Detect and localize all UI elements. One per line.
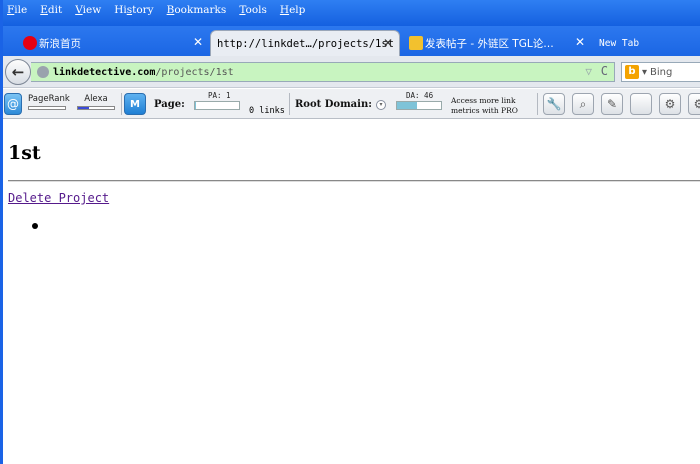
da-label: DA: 46: [406, 91, 434, 100]
toolbar-divider: [121, 93, 122, 115]
pa-metric: PA: 1: [194, 91, 240, 110]
arrow-left-icon: ←: [11, 63, 25, 81]
close-icon[interactable]: ✕: [193, 35, 203, 49]
sina-favicon-icon: [23, 36, 37, 50]
magnifier-icon[interactable]: ⌕: [572, 93, 594, 115]
pro-line-1: Access more link: [451, 96, 516, 105]
globe-icon: [37, 66, 49, 78]
reload-icon[interactable]: C: [601, 64, 608, 78]
menu-bar: File Edit View History Bookmarks Tools H…: [3, 0, 318, 20]
pagerank-meter: PageRank: [28, 94, 70, 110]
wrench-icon[interactable]: 🔧: [543, 93, 565, 115]
seo-toolbar: @ PageRank Alexa M Page: PA: 1 0 links R…: [3, 89, 700, 119]
alexa-label: Alexa: [84, 94, 108, 104]
bookmark-star-icon[interactable]: ▽: [585, 65, 592, 78]
da-metric: DA: 46: [396, 91, 442, 110]
tab-strip: 新浪首页 ✕ http://linkdet…/projects/1st ✕ 发表…: [3, 26, 700, 56]
pencil-icon[interactable]: ✎: [601, 93, 623, 115]
url-bar[interactable]: linkdetective.com/projects/1st ▽ C: [31, 62, 615, 82]
tab-label: 新浪首页: [39, 37, 81, 50]
root-domain-label: Root Domain:: [295, 99, 372, 110]
seoquake-icon[interactable]: @: [4, 93, 22, 115]
menu-tools[interactable]: Tools: [239, 4, 267, 16]
tab-new[interactable]: New Tab: [593, 30, 700, 56]
page-content: 1st Delete Project: [3, 120, 700, 464]
list-item-bullet: [32, 223, 38, 229]
toolbar-divider: [537, 93, 538, 115]
tab-label: http://linkdet…/projects/1st: [217, 37, 395, 50]
pro-line-2: metrics with PRO: [451, 106, 518, 115]
delete-project-link[interactable]: Delete Project: [8, 191, 109, 205]
search-box[interactable]: b ▾ Bing: [621, 62, 700, 82]
tab-sina[interactable]: 新浪首页 ✕: [19, 30, 209, 56]
gear-icon-2[interactable]: ⚙: [688, 93, 700, 115]
menu-bookmarks[interactable]: Bookmarks: [167, 4, 227, 16]
url-host: linkdetective.com: [53, 66, 156, 78]
horizontal-rule: [8, 180, 700, 182]
menu-view[interactable]: View: [75, 4, 101, 16]
tab-label: 发表帖子 - 外链区 TGL论…: [425, 37, 554, 50]
back-button[interactable]: ←: [5, 59, 31, 85]
page-label: Page:: [154, 99, 185, 110]
tab-forum[interactable]: 发表帖子 - 外链区 TGL论… ✕: [405, 30, 591, 56]
blank-button-icon[interactable]: [630, 93, 652, 115]
tab-linkdetective[interactable]: http://linkdet…/projects/1st ✕: [210, 30, 400, 56]
menu-file[interactable]: File: [7, 4, 27, 16]
navigation-bar: ← linkdetective.com/projects/1st ▽ C b ▾…: [3, 56, 700, 88]
menu-history[interactable]: History: [114, 4, 153, 16]
gear-icon[interactable]: ⚙: [659, 93, 681, 115]
root-domain-dropdown-icon[interactable]: ▾: [376, 100, 386, 110]
pro-upsell-link[interactable]: Access more link metrics with PRO: [451, 96, 518, 116]
tab-label: New Tab: [599, 37, 640, 49]
pa-label: PA: 1: [208, 91, 231, 100]
bing-logo-icon[interactable]: b: [625, 65, 639, 79]
menu-help[interactable]: Help: [280, 4, 305, 16]
url-path: /projects/1st: [155, 66, 234, 78]
page-title: 1st: [8, 142, 41, 164]
links-count: 0 links: [249, 106, 285, 116]
moz-button[interactable]: M: [124, 93, 146, 115]
toolbar-divider: [289, 93, 290, 115]
search-engine-dropdown[interactable]: ▾: [642, 67, 647, 78]
forum-favicon-icon: [409, 36, 423, 50]
search-placeholder: Bing: [650, 66, 673, 78]
close-icon[interactable]: ✕: [575, 35, 585, 49]
alexa-meter: Alexa: [77, 94, 115, 110]
menu-edit[interactable]: Edit: [40, 4, 62, 16]
close-icon[interactable]: ✕: [383, 36, 393, 50]
pagerank-label: PageRank: [28, 94, 70, 104]
